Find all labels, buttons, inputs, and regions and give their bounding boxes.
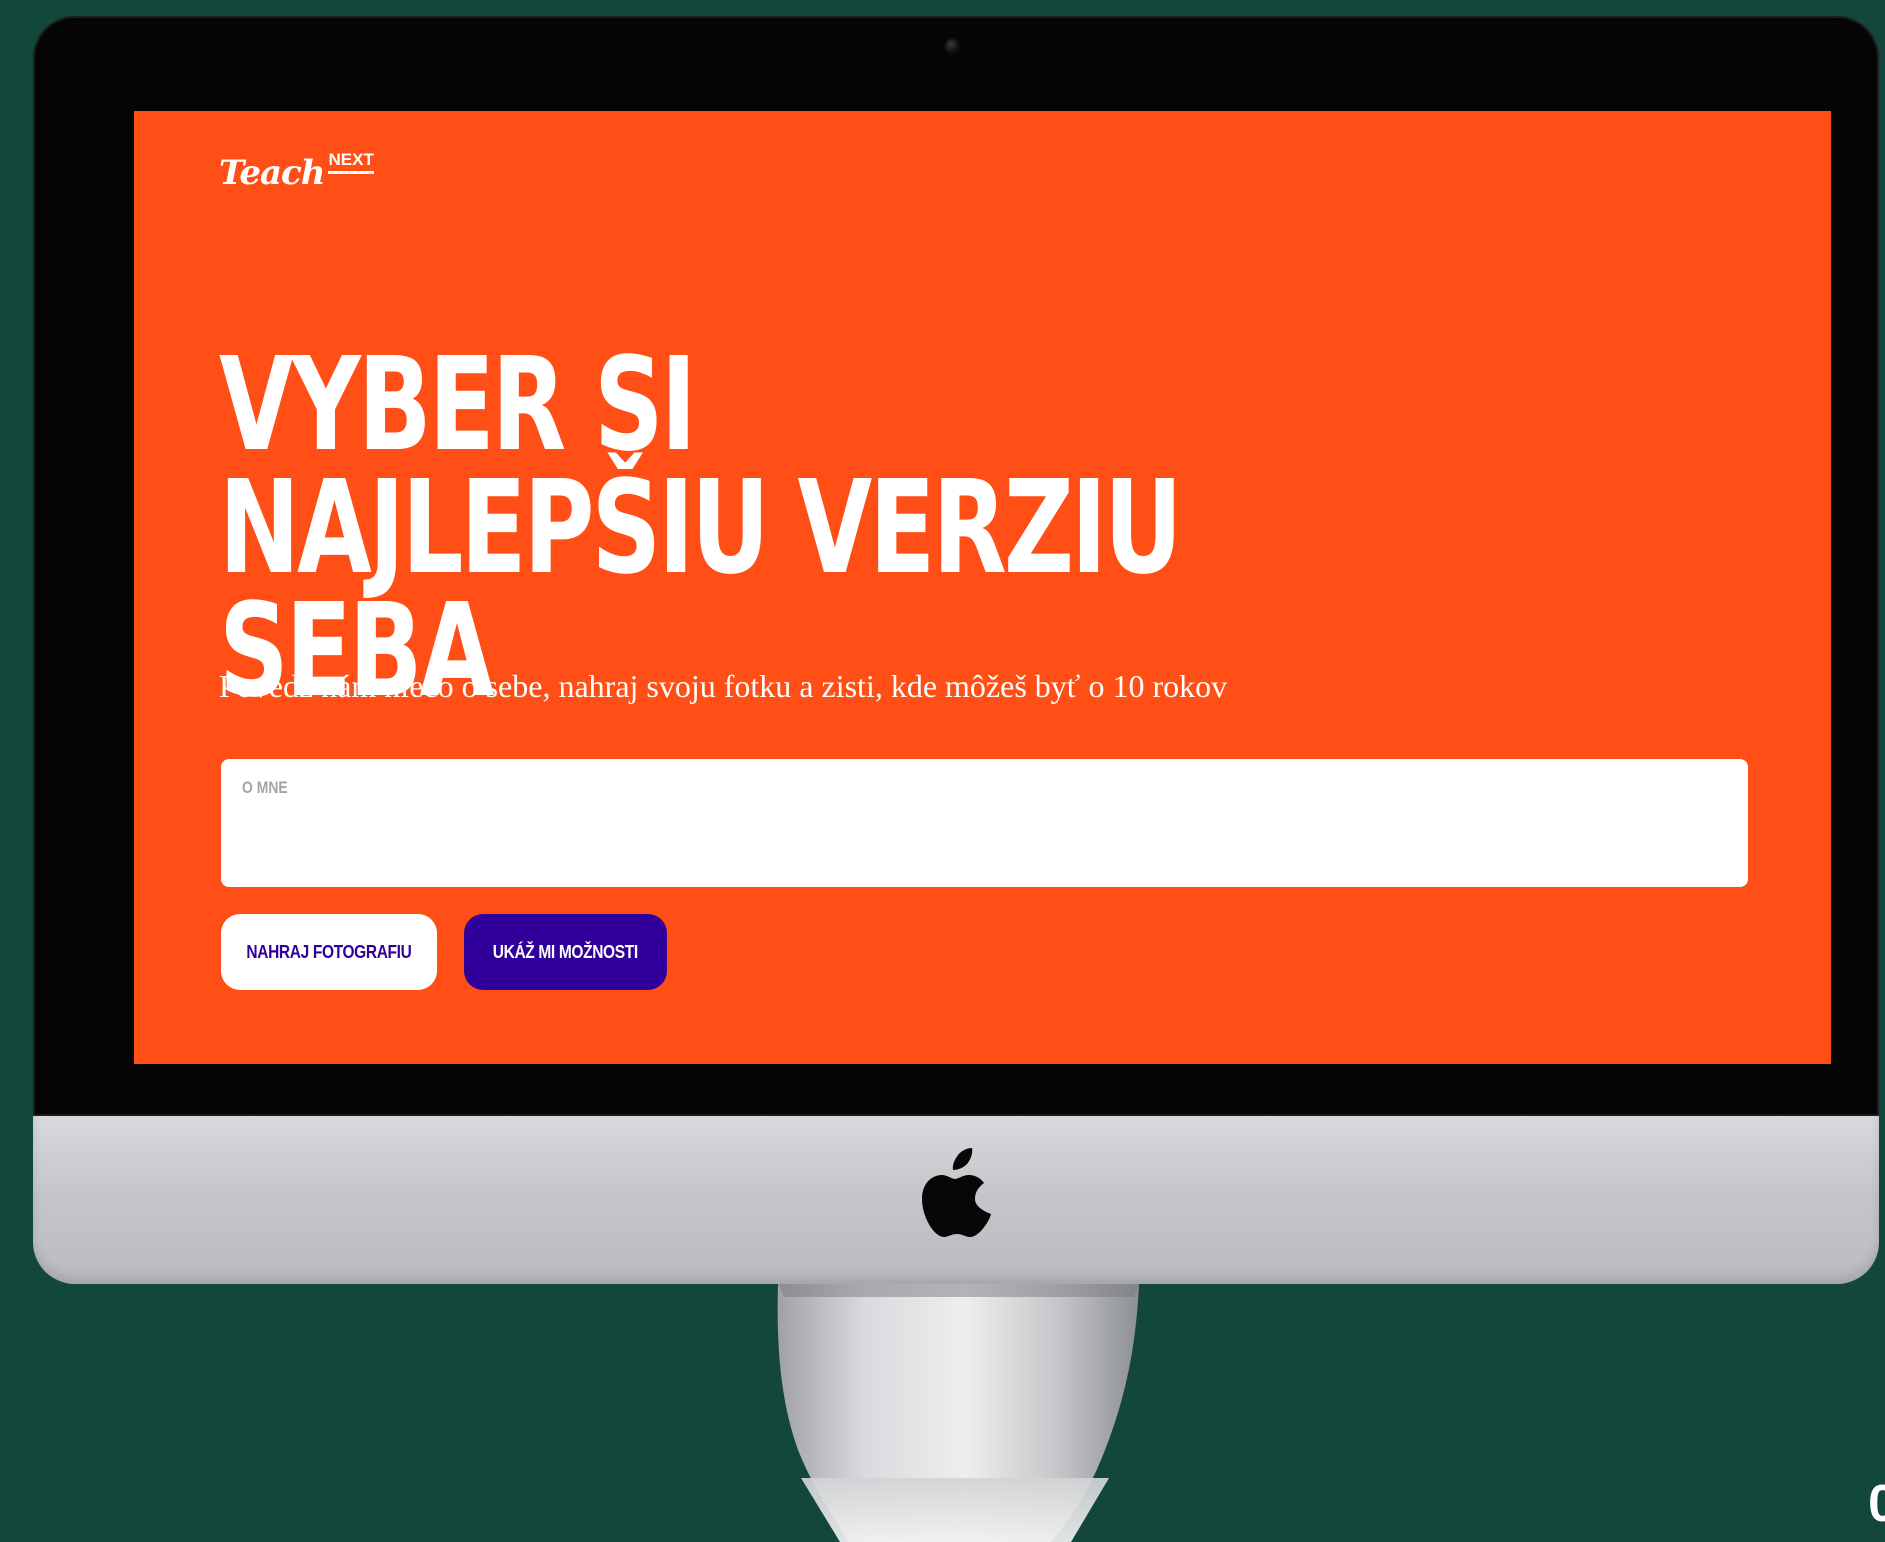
teachnext-logo[interactable]: Teach NEXT [219,145,374,199]
hero-headline: VYBER SI NAJLEPŠIU VERZIU SEBA [219,330,1183,726]
show-options-button[interactable]: UKÁŽ MI MOŽNOSTI [464,914,667,990]
corner-text: 0 [1868,1475,1885,1533]
apple-icon [922,1148,991,1237]
logo-main-text: Teach [219,153,325,193]
upload-photo-label: NAHRAJ FOTOGRAFIU [246,941,412,962]
upload-photo-button[interactable]: NAHRAJ FOTOGRAFIU [221,914,437,990]
website-screen: Teach NEXT VYBER SI NAJLEPŠIU VERZIU SEBA… [134,111,1831,1064]
about-me-label: O MNE [242,778,288,797]
about-me-field[interactable]: O MNE [221,759,1748,887]
show-options-label: UKÁŽ MI MOŽNOSTI [493,941,638,962]
hero-subtitle: Povedz nám niečo o sebe, nahraj svoju fo… [219,668,1228,704]
logo-superscript-text: NEXT [328,150,374,174]
imac-stand [777,1284,1139,1542]
screen-bezel: Teach NEXT VYBER SI NAJLEPŠIU VERZIU SEBA… [33,16,1879,1116]
camera-icon [946,40,958,52]
imac-device: Teach NEXT VYBER SI NAJLEPŠIU VERZIU SEBA… [33,16,1879,1284]
about-me-textarea[interactable] [242,807,1726,873]
